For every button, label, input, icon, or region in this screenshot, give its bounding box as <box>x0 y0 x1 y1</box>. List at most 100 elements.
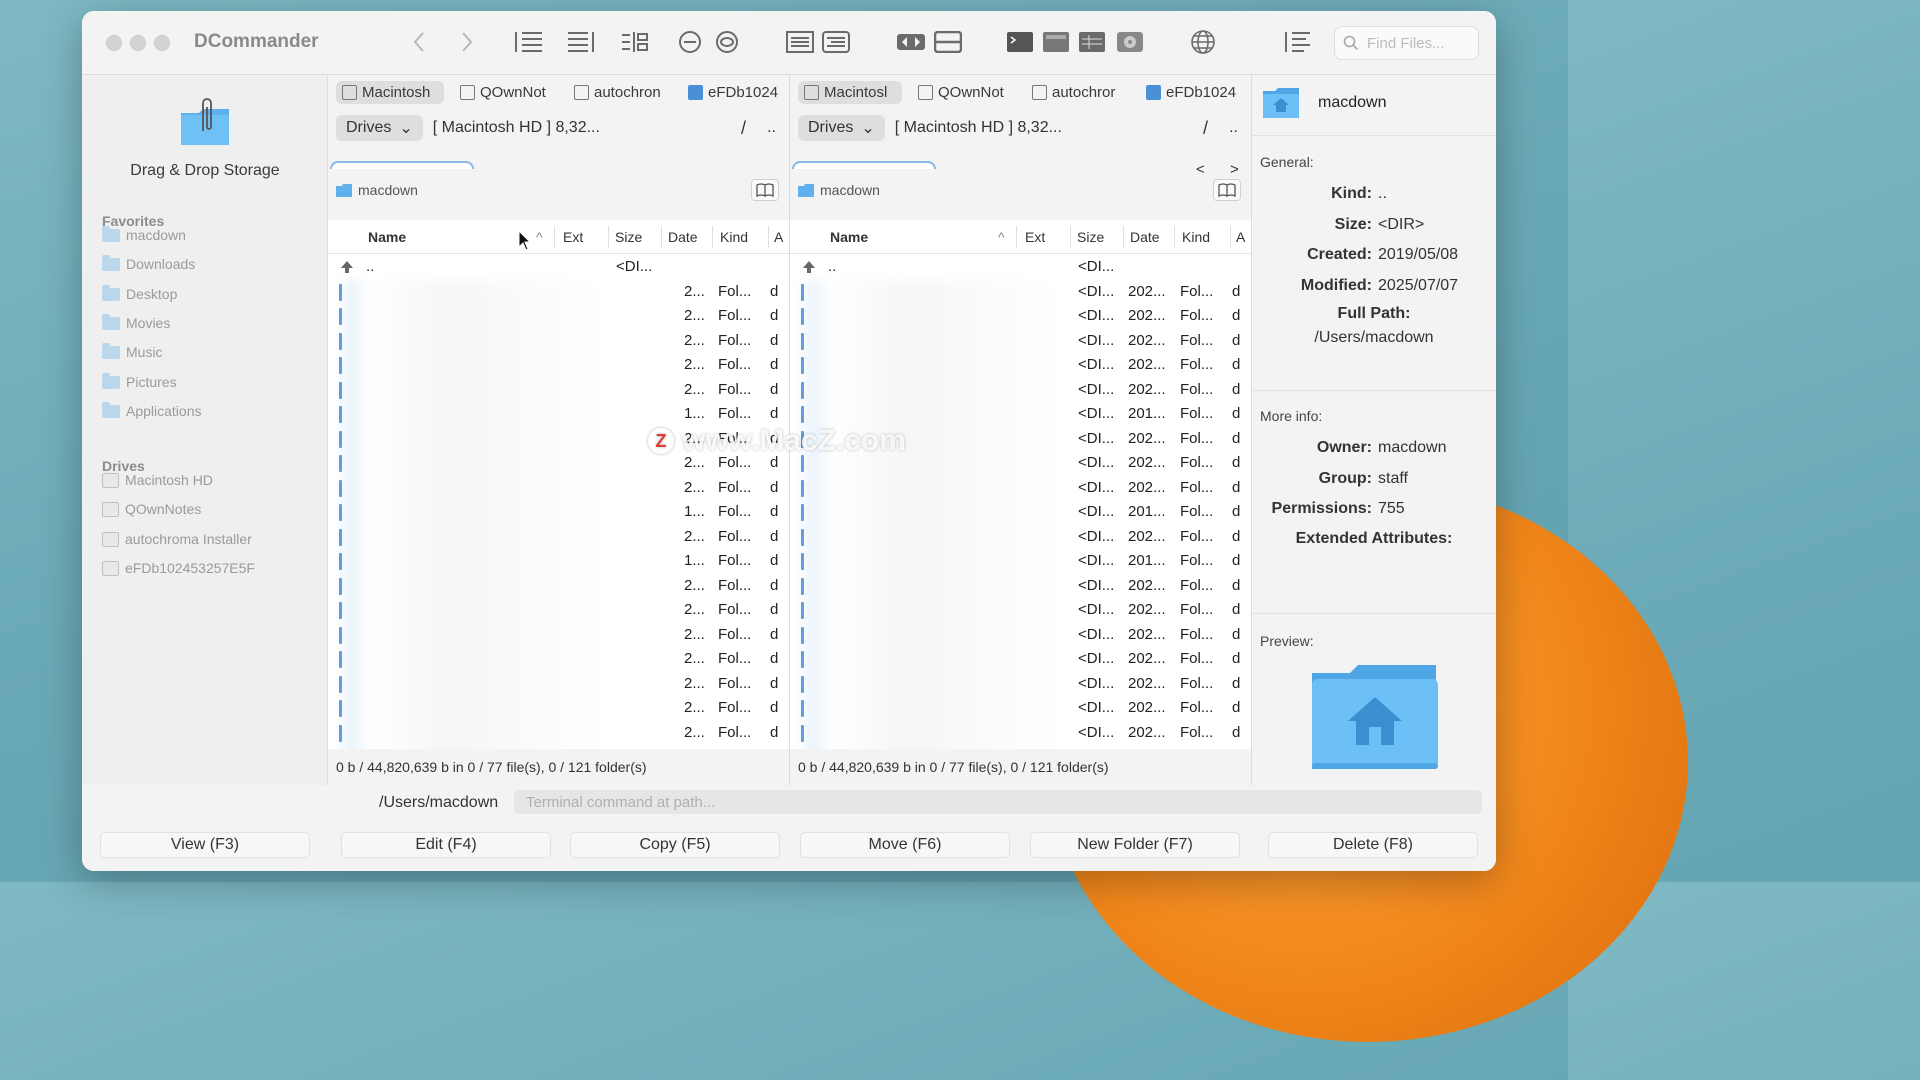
parent-row[interactable]: .. <DI... <box>790 255 1251 280</box>
sidebar-item-downloads[interactable]: Downloads <box>102 253 195 275</box>
tab-label: autochron <box>594 84 661 101</box>
cell-date: 202... <box>1128 331 1166 349</box>
sidebar-item-macintosh-hd[interactable]: Macintosh HD <box>102 469 213 491</box>
delete-button[interactable]: Delete (F8) <box>1268 832 1478 858</box>
drives-dropdown[interactable]: Drives ⌄ <box>336 115 423 141</box>
tab-macintosh[interactable]: Macintosh <box>336 81 444 104</box>
sidebar-item-applications[interactable]: Applications <box>102 400 202 422</box>
close-window-button[interactable] <box>106 35 122 51</box>
disk-utility-icon[interactable] <box>1116 29 1144 55</box>
tree-layout-icon[interactable] <box>822 29 850 55</box>
panel-layout-icon[interactable] <box>786 29 814 55</box>
edit-button[interactable]: Edit (F4) <box>341 832 551 858</box>
info-panel-icon[interactable] <box>1284 29 1312 55</box>
sidebar-item-autochroma[interactable]: autochroma Installer <box>102 528 252 550</box>
cell-kind: Fol... <box>1180 331 1214 349</box>
tab-autochroma[interactable]: autochror <box>1026 81 1130 104</box>
col-size[interactable]: Size <box>615 229 642 245</box>
col-name[interactable]: Name <box>368 229 406 245</box>
swap-panels-icon[interactable] <box>896 29 926 55</box>
col-attr[interactable]: A <box>774 229 783 245</box>
drive-icon <box>102 560 119 576</box>
find-files-input[interactable] <box>1367 34 1477 52</box>
folder-marker-icon <box>339 626 342 644</box>
folder-marker-icon <box>801 528 804 546</box>
forward-icon[interactable] <box>460 29 474 55</box>
sidebar-item-movies[interactable]: Movies <box>102 312 170 334</box>
detail-view-icon[interactable] <box>566 29 596 55</box>
compare-view-icon[interactable] <box>620 29 650 55</box>
zoom-window-button[interactable] <box>154 35 170 51</box>
col-size[interactable]: Size <box>1077 229 1104 245</box>
terminal-command-input[interactable] <box>514 790 1482 814</box>
new-folder-button[interactable]: New Folder (F7) <box>1030 832 1240 858</box>
cell-attr: d <box>770 723 779 741</box>
left-subtab[interactable] <box>330 161 474 169</box>
cell-attr: d <box>770 552 779 569</box>
music-folder-icon <box>102 342 120 359</box>
root-button[interactable]: / <box>1203 118 1208 139</box>
sidebar-item-desktop[interactable]: Desktop <box>102 283 177 305</box>
view-button[interactable]: View (F3) <box>100 832 310 858</box>
sync-icon[interactable] <box>678 29 702 55</box>
sidebar-item-music[interactable]: Music <box>102 341 163 363</box>
terminal-icon[interactable] <box>1006 29 1034 55</box>
drag-drop-storage[interactable]: Drag & Drop Storage <box>82 95 328 180</box>
sidebar-item-qownnotes[interactable]: QOwnNotes <box>102 498 201 520</box>
folder-marker-icon <box>801 479 804 497</box>
network-globe-icon[interactable] <box>1190 29 1216 55</box>
screen-icon[interactable] <box>1078 29 1106 55</box>
find-files-field[interactable] <box>1334 26 1479 60</box>
minimize-window-button[interactable] <box>130 35 146 51</box>
right-subtab[interactable] <box>792 161 936 169</box>
cell-attr: d <box>1232 723 1241 741</box>
preview-eye-icon[interactable] <box>714 29 740 55</box>
left-tab-bar: Macintosh QOwnNot autochron eFDb1024 <box>336 81 782 104</box>
cell-attr: d <box>770 307 779 324</box>
parent-row[interactable]: .. <DI... <box>328 255 789 280</box>
col-kind[interactable]: Kind <box>1182 229 1210 245</box>
bookmarks-book-icon[interactable] <box>1213 179 1241 201</box>
folder-marker-icon <box>801 724 804 742</box>
sidebar-item-macdown[interactable]: macdown <box>102 224 186 246</box>
tab-macintosh[interactable]: Macintosl <box>798 81 902 104</box>
cell-date: 201... <box>1128 503 1166 520</box>
tab-autochroma[interactable]: autochron <box>568 81 672 104</box>
created-label: Created: <box>1307 246 1372 263</box>
col-date[interactable]: Date <box>668 229 698 245</box>
back-icon[interactable] <box>412 29 426 55</box>
sidebar-item-pictures[interactable]: Pictures <box>102 371 177 393</box>
cell-kind: Fol... <box>1180 576 1214 594</box>
cell-kind: Fol... <box>718 625 752 643</box>
cell-attr: d <box>1232 282 1241 300</box>
col-name[interactable]: Name <box>830 229 868 245</box>
cell-date: 2... <box>684 307 705 324</box>
col-date[interactable]: Date <box>1130 229 1160 245</box>
parent-button[interactable]: .. <box>767 119 776 137</box>
cell-date: 202... <box>1128 601 1166 618</box>
list-view-icon[interactable] <box>514 29 544 55</box>
folder-marker-icon <box>339 700 342 717</box>
tab-efdb[interactable]: eFDb1024 <box>682 81 782 104</box>
tab-efdb[interactable]: eFDb1024 <box>1140 81 1240 104</box>
parent-button[interactable]: .. <box>1229 119 1238 137</box>
col-ext[interactable]: Ext <box>1025 229 1045 245</box>
single-panel-icon[interactable] <box>934 29 962 55</box>
root-button[interactable]: / <box>741 118 746 139</box>
size-row: Size: <DIR> <box>1252 216 1496 234</box>
cell-attr: d <box>1232 405 1241 422</box>
bookmarks-book-icon[interactable] <box>751 179 779 201</box>
folder-marker-icon <box>801 626 804 644</box>
move-button[interactable]: Move (F6) <box>800 832 1010 858</box>
copy-button[interactable]: Copy (F5) <box>570 832 780 858</box>
col-ext[interactable]: Ext <box>563 229 583 245</box>
console-icon[interactable] <box>1042 29 1070 55</box>
col-attr[interactable]: A <box>1236 229 1245 245</box>
cell-date: 202... <box>1128 576 1166 594</box>
tab-qownnotes[interactable]: QOwnNot <box>912 81 1016 104</box>
col-kind[interactable]: Kind <box>720 229 748 245</box>
info-pane: macdown General: Kind:.. Size: <DIR> Crea… <box>1252 75 1496 785</box>
drives-dropdown[interactable]: Drives ⌄ <box>798 115 885 141</box>
tab-qownnotes[interactable]: QOwnNot <box>454 81 558 104</box>
sidebar-item-efdb[interactable]: eFDb102453257E5F <box>102 557 255 579</box>
